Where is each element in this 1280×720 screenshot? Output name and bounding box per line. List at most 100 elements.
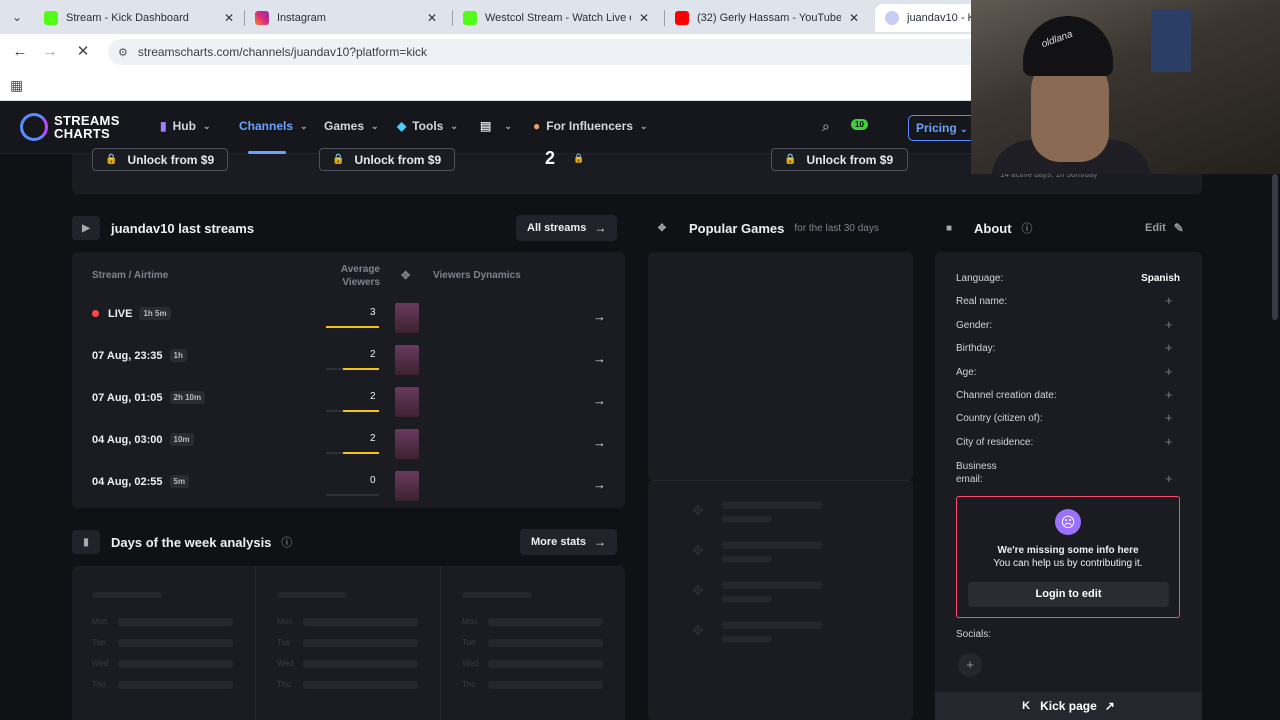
col-header-stream[interactable]: Stream / Airtime xyxy=(92,270,168,281)
arrow-right-icon[interactable]: → xyxy=(593,309,606,324)
tab-kick-dashboard[interactable]: Stream - Kick Dashboard ✕ xyxy=(34,4,244,32)
game-thumbnail[interactable] xyxy=(395,387,419,417)
nav-reports[interactable]: ▤ ⌄ xyxy=(480,119,512,133)
sad-face-icon: ☹ xyxy=(1055,509,1081,535)
stop-loading-icon[interactable]: ✕ xyxy=(73,42,93,62)
arrow-right-icon[interactable]: → xyxy=(593,351,606,366)
stream-date-text: 04 Aug, 03:00 xyxy=(92,433,163,446)
arrow-right-icon[interactable]: → xyxy=(593,435,606,450)
live-count-badge[interactable]: 10 xyxy=(851,119,868,130)
arrow-right-icon[interactable]: → xyxy=(593,393,606,408)
stat-number: 2 xyxy=(545,148,556,168)
nav-tools[interactable]: ◆ Tools ⌄ xyxy=(397,119,458,133)
game-thumbnail[interactable] xyxy=(395,429,419,459)
close-icon[interactable]: ✕ xyxy=(639,11,649,25)
pricing-button[interactable]: Pricing ⌄ xyxy=(908,115,978,141)
last-streams-header: ▶ juandav10 last streams xyxy=(72,216,254,240)
add-icon[interactable]: + xyxy=(1165,340,1173,355)
game-thumbnail[interactable] xyxy=(395,345,419,375)
lock-icon: 🔒 xyxy=(573,153,585,163)
back-icon[interactable]: ← xyxy=(10,42,30,62)
streams-charts-logo[interactable]: STREAMS CHARTS xyxy=(20,113,120,141)
unlock-button-2[interactable]: 🔒 Unlock from $9 xyxy=(319,148,455,171)
tab-westcol[interactable]: Westcol Stream - Watch Live o ✕ xyxy=(453,4,659,32)
stream-row[interactable]: 07 Aug, 01:05 2h 10m 2 → xyxy=(72,383,625,425)
stream-row[interactable]: LIVE 1h 5m 3 → xyxy=(72,299,625,341)
missing-info-text: You can help us by contributing it. xyxy=(993,558,1143,569)
add-icon[interactable]: + xyxy=(1165,364,1173,379)
add-icon[interactable]: + xyxy=(1165,410,1173,425)
close-icon[interactable]: ✕ xyxy=(849,11,859,25)
add-social-button[interactable]: + xyxy=(958,653,982,677)
tab-juandav10[interactable]: juandav10 - K xyxy=(875,4,985,32)
button-label: All streams xyxy=(527,222,587,234)
info-icon[interactable]: ⓘ xyxy=(1022,220,1033,236)
tab-instagram[interactable]: Instagram ✕ xyxy=(245,4,447,32)
nav-games[interactable]: Games ⌄ xyxy=(324,119,379,133)
apps-grid-icon[interactable]: ▦ xyxy=(10,77,23,94)
tab-youtube[interactable]: (32) Gerly Hassam - YouTube ✕ xyxy=(665,4,869,32)
instagram-icon xyxy=(255,11,269,25)
site-info-icon[interactable]: ⚙ xyxy=(118,46,128,59)
add-icon[interactable]: + xyxy=(1165,387,1173,402)
stream-row[interactable]: 07 Aug, 23:35 1h 2 → xyxy=(72,341,625,383)
arrow-right-icon[interactable]: → xyxy=(593,477,606,492)
gamepad-icon: ✥ xyxy=(692,542,704,558)
bar-chart-icon: ▮ xyxy=(72,530,100,554)
close-icon[interactable]: ✕ xyxy=(224,11,234,25)
about-label: Real name: xyxy=(956,296,1008,308)
day-label: Mon xyxy=(277,617,293,626)
unlock-button-3[interactable]: 🔒 Unlock from $9 xyxy=(771,148,908,171)
about-label: email: xyxy=(956,474,983,485)
tab-title: Instagram xyxy=(277,12,326,24)
stream-row[interactable]: 04 Aug, 03:00 10m 2 → xyxy=(72,425,625,467)
more-stats-button[interactable]: More stats → xyxy=(520,529,618,555)
info-icon[interactable]: ⓘ xyxy=(281,534,292,550)
section-title: juandav10 last streams xyxy=(111,220,255,236)
stream-row[interactable]: 04 Aug, 02:55 5m 0 → xyxy=(72,467,625,509)
skeleton-title xyxy=(277,592,347,598)
tab-search-icon[interactable]: ⌄ xyxy=(6,6,28,28)
edit-button[interactable]: Edit ✎ xyxy=(1134,215,1195,241)
section-title: Days of the week analysis xyxy=(111,534,272,550)
forward-icon[interactable]: → xyxy=(40,42,60,62)
kick-page-button[interactable]: K Kick page ↗ xyxy=(935,692,1202,720)
day-label: Tue xyxy=(277,638,291,647)
stream-duration: 1h xyxy=(169,349,187,362)
document-icon: ▤ xyxy=(480,119,492,133)
add-icon[interactable]: + xyxy=(1165,434,1173,449)
day-label: Wed xyxy=(462,659,479,668)
skeleton-bar xyxy=(722,582,822,589)
skeleton-bar xyxy=(722,516,772,522)
socials-label: Socials: xyxy=(956,629,992,640)
stream-date: 07 Aug, 01:05 2h 10m xyxy=(92,391,206,404)
login-to-edit-button[interactable]: Login to edit xyxy=(968,582,1169,607)
about-business-email: Business email: xyxy=(956,460,997,486)
add-icon[interactable]: + xyxy=(1165,471,1173,486)
game-thumbnail[interactable] xyxy=(395,471,419,501)
search-icon[interactable]: ⌕ xyxy=(822,118,830,135)
avg-viewers-bar xyxy=(343,368,379,370)
add-icon[interactable]: + xyxy=(1165,293,1173,308)
about-label: Birthday: xyxy=(956,343,996,355)
add-icon[interactable]: + xyxy=(1165,317,1173,332)
about-value: Spanish xyxy=(1141,273,1180,284)
avg-viewers-value: 2 xyxy=(370,391,376,402)
popular-games-chart xyxy=(648,252,913,480)
all-streams-button[interactable]: All streams → xyxy=(516,215,618,241)
game-thumbnail[interactable] xyxy=(395,303,419,333)
nav-channels[interactable]: Channels ⌄ xyxy=(239,119,308,133)
avg-viewers-value: 3 xyxy=(370,307,376,318)
nav-hub[interactable]: ▮ Hub ⌄ xyxy=(160,119,210,133)
col-header-avg-viewers[interactable]: Average Viewers xyxy=(330,263,380,289)
skeleton-bar xyxy=(488,639,603,647)
url-field[interactable]: ⚙ streamscharts.com/channels/juandav10?p… xyxy=(108,39,1008,65)
skeleton-bar xyxy=(303,660,418,668)
nav-label: Games xyxy=(324,119,365,133)
about-label: City of residence: xyxy=(956,436,1034,448)
about-label: Business xyxy=(956,461,997,472)
page-scrollbar[interactable] xyxy=(1272,174,1278,320)
unlock-button-1[interactable]: 🔒 Unlock from $9 xyxy=(92,148,228,171)
nav-for-influencers[interactable]: ● For Influencers ⌄ xyxy=(533,119,647,133)
close-icon[interactable]: ✕ xyxy=(427,11,437,25)
